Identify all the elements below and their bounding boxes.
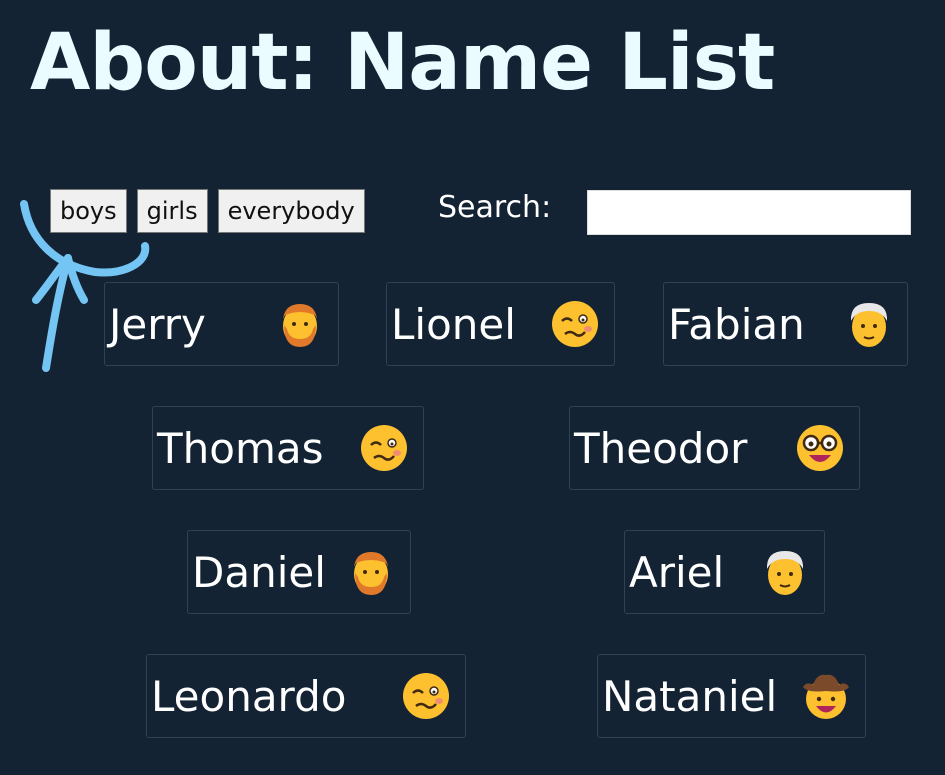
name-card-lionel[interactable]: Lionel (386, 282, 615, 366)
man-red-hair-beard-emoji-icon (283, 304, 317, 347)
name-card-fabian[interactable]: Fabian (663, 282, 908, 366)
name-label: Daniel (192, 547, 326, 597)
name-label: Thomas (157, 423, 324, 473)
name-card-leonardo[interactable]: Leonardo (146, 654, 466, 738)
name-label: Fabian (668, 299, 805, 349)
man-red-hair-beard-emoji-icon (354, 552, 388, 595)
name-label: Theodor (574, 423, 748, 473)
name-card-ariel[interactable]: Ariel (624, 530, 825, 614)
name-label: Jerry (109, 299, 206, 349)
name-card-jerry[interactable]: Jerry (104, 282, 339, 366)
old-man-emoji-icon (850, 303, 888, 347)
woozy-face-emoji-icon (552, 301, 598, 347)
name-label: Lionel (391, 299, 516, 349)
name-card-daniel[interactable]: Daniel (187, 530, 411, 614)
nerd-face-emoji-icon (797, 425, 843, 471)
name-label: Nataniel (602, 671, 778, 721)
cowboy-face-emoji-icon (803, 674, 849, 719)
name-label: Leonardo (151, 671, 347, 721)
woozy-face-emoji-icon (403, 673, 449, 719)
name-label: Ariel (629, 547, 725, 597)
name-card-theodor[interactable]: Theodor (569, 406, 860, 490)
name-card-thomas[interactable]: Thomas (152, 406, 424, 490)
old-man-emoji-icon (766, 551, 804, 595)
name-card-nataniel[interactable]: Nataniel (597, 654, 866, 738)
woozy-face-emoji-icon (361, 425, 407, 471)
